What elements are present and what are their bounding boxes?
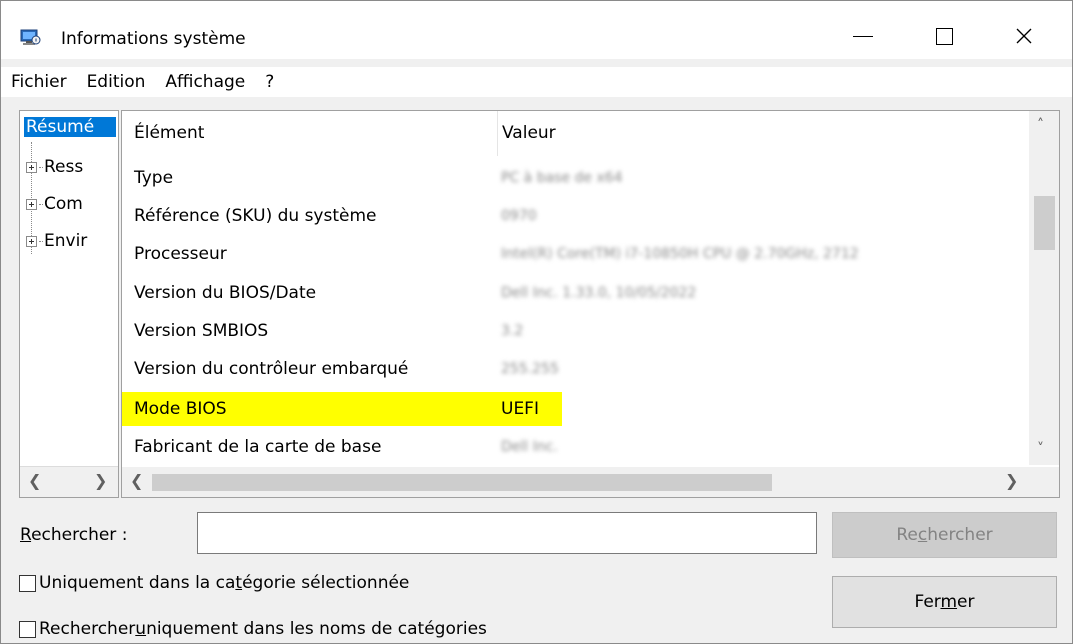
expand-plus-icon[interactable]	[26, 161, 37, 173]
selected-category-checkbox[interactable]	[19, 574, 36, 592]
close-window-button[interactable]	[994, 15, 1054, 57]
row-name: Mode BIOS	[134, 399, 227, 419]
scroll-left-icon[interactable]: ❮	[130, 471, 143, 490]
row-value: 255.255	[501, 361, 559, 377]
close-icon	[1016, 28, 1032, 44]
row-name: Version SMBIOS	[134, 321, 269, 341]
option-label: Rechercher	[39, 619, 136, 639]
table-row[interactable]: Référence (SKU) du système 0970	[122, 199, 1027, 233]
tree-item-environment[interactable]: Envir	[26, 231, 87, 251]
system-info-icon	[20, 29, 41, 45]
expand-plus-icon[interactable]	[26, 235, 37, 247]
table-row[interactable]: Version du BIOS/Date Dell Inc. 1.33.0, 1…	[122, 276, 1027, 310]
tree-item-label: Ress	[44, 157, 84, 177]
system-info-window: Informations système Fichier Edition Aff…	[0, 0, 1073, 644]
vertical-scrollbar[interactable]: ˄ ˅	[1029, 111, 1059, 465]
row-name: Version du BIOS/Date	[134, 283, 317, 303]
menu-file[interactable]: Fichier	[1, 72, 77, 92]
search-button-label-rest: hercher	[927, 525, 993, 545]
scroll-down-icon[interactable]: ˅	[1037, 441, 1044, 457]
maximize-icon	[935, 27, 953, 45]
scroll-up-icon[interactable]: ˄	[1037, 117, 1044, 133]
horizontal-scrollbar[interactable]: ❮ ❯	[122, 467, 1059, 497]
search-label-text: echercher :	[31, 525, 128, 545]
menu-help[interactable]: ?	[255, 72, 284, 92]
expand-plus-icon[interactable]	[26, 198, 37, 210]
option-label: Uniquement dans la ca	[39, 573, 236, 593]
row-name: Type	[134, 168, 174, 188]
table-row[interactable]: Fabricant de la carte de base Dell Inc.	[122, 430, 1027, 464]
window-title: Informations système	[61, 29, 246, 49]
row-value: PC à base de x64	[501, 170, 623, 186]
tree-item-label: Envir	[44, 231, 88, 251]
search-input[interactable]	[197, 512, 817, 554]
column-header-value[interactable]: Valeur	[497, 111, 1032, 156]
tree-item-components[interactable]: Com	[26, 194, 83, 214]
horizontal-scroll-thumb[interactable]	[152, 474, 772, 491]
table-row[interactable]: Processeur Intel(R) Core(TM) i7-10850H C…	[122, 237, 1027, 271]
search-label: Rechercher :	[20, 525, 127, 545]
category-tree[interactable]: Résumé Ress Com Envir ❮ ❯	[19, 110, 119, 498]
menu-bar: Fichier Edition Affichage ?	[1, 67, 1072, 97]
tree-item-summary[interactable]: Résumé	[24, 117, 116, 137]
maximize-button[interactable]	[914, 15, 974, 57]
row-name: Référence (SKU) du système	[134, 206, 377, 226]
row-value: Dell Inc.	[501, 439, 558, 455]
option-category-names[interactable]: Rechercher u niquement dans les noms de c…	[19, 619, 487, 639]
option-selected-category[interactable]: Uniquement dans la ca t égorie sélectionné…	[19, 573, 409, 593]
scroll-right-icon[interactable]: ❯	[1005, 471, 1018, 490]
search-button[interactable]: Rechercher	[832, 512, 1057, 558]
row-value: Intel(R) Core(TM) i7-10850H CPU @ 2.70GH…	[501, 246, 859, 262]
category-names-checkbox[interactable]	[19, 620, 36, 638]
option-label-rest: égorie sélectionnée	[242, 573, 410, 593]
search-button-label: Re	[896, 525, 918, 545]
menu-view[interactable]: Affichage	[155, 72, 255, 92]
row-name: Version du contrôleur embarqué	[134, 359, 409, 379]
row-name: Processeur	[134, 244, 227, 264]
close-button[interactable]: Fermer	[832, 576, 1057, 628]
row-value: UEFI	[501, 399, 539, 419]
close-button-label-rest: er	[957, 592, 975, 612]
row-name: Fabricant de la carte de base	[134, 437, 382, 457]
row-value: 3.2	[501, 323, 524, 339]
minimize-icon	[853, 35, 873, 37]
scroll-right-icon[interactable]: ❯	[94, 471, 107, 490]
tree-item-label: Com	[44, 194, 83, 214]
option-accesskey: t	[235, 573, 243, 593]
column-header-element[interactable]: Élément	[134, 111, 204, 156]
minimize-button[interactable]	[833, 15, 893, 57]
table-row-highlighted[interactable]: Mode BIOS UEFI	[122, 392, 1027, 426]
vertical-scroll-thumb[interactable]	[1034, 196, 1055, 250]
scroll-left-icon[interactable]: ❮	[28, 471, 41, 490]
close-button-label: Fer	[914, 592, 941, 612]
close-button-accesskey: m	[940, 592, 958, 612]
search-label-accesskey: R	[20, 525, 32, 545]
option-accesskey: u	[135, 619, 147, 639]
search-button-accesskey: c	[917, 525, 928, 545]
option-label-rest: niquement dans les noms de catégories	[146, 619, 487, 639]
menu-edit[interactable]: Edition	[77, 72, 156, 92]
table-row[interactable]: Type PC à base de x64	[122, 161, 1027, 195]
table-row[interactable]: Version SMBIOS 3.2	[122, 314, 1027, 348]
table-row[interactable]: Version du contrôleur embarqué 255.255	[122, 352, 1027, 386]
title-bar[interactable]: Informations système	[1, 1, 1072, 59]
tree-horizontal-scrollbar[interactable]: ❮ ❯	[20, 466, 118, 497]
details-list[interactable]: Élément Valeur Type PC à base de x64 Réf…	[121, 110, 1060, 498]
row-value: 0970	[501, 208, 537, 224]
tree-item-resources[interactable]: Ress	[26, 157, 83, 177]
row-value: Dell Inc. 1.33.0, 10/05/2022	[501, 285, 697, 301]
